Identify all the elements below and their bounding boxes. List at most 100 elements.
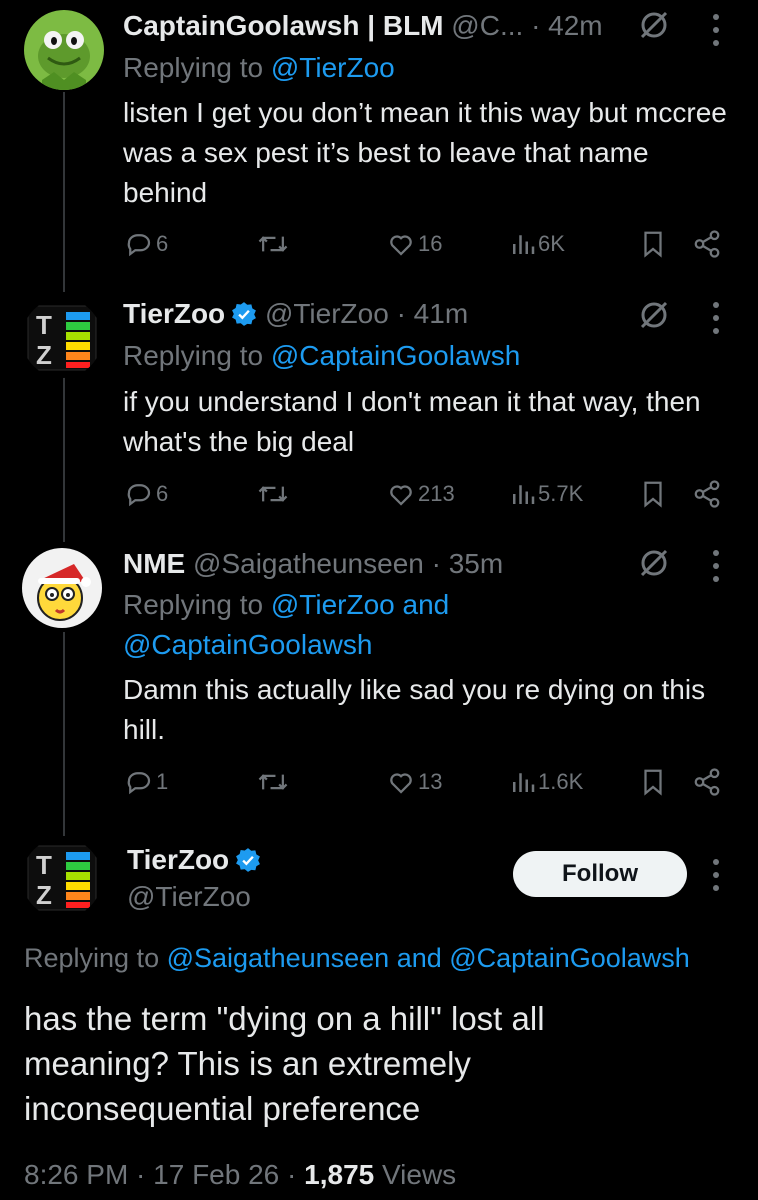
share-button[interactable]	[690, 767, 722, 797]
replying-to: Replying to @TierZoo and @CaptainGoolaws…	[123, 585, 523, 665]
like-icon	[386, 767, 416, 797]
bookmark-icon	[640, 229, 666, 259]
replying-prefix: Replying to	[24, 943, 160, 973]
author-name[interactable]: CaptainGoolawsh | BLM	[123, 10, 444, 41]
replying-to: Replying to @Saigatheunseen and @Captain…	[24, 938, 690, 978]
reply-button[interactable]: 6	[122, 229, 168, 259]
verified-badge-icon	[236, 848, 261, 872]
more-icon[interactable]	[712, 549, 720, 583]
share-icon	[692, 767, 722, 797]
avatar[interactable]: T Z	[22, 838, 102, 918]
replying-to-link[interactable]: @TierZoo	[271, 52, 395, 83]
views-button[interactable]: 1.6K	[508, 767, 583, 797]
post-meta: 8:26 PM · 17 Feb 26 · 1,875 Views	[24, 1155, 456, 1195]
like-button[interactable]: 213	[384, 479, 455, 509]
author-name[interactable]: TierZoo	[123, 298, 225, 329]
author-name[interactable]: NME	[123, 548, 185, 579]
reply-count: 6	[156, 481, 169, 506]
bookmark-button[interactable]	[638, 229, 666, 259]
retweet-icon	[257, 229, 289, 259]
reply-text: if you understand I don't mean it that w…	[123, 386, 701, 457]
like-button[interactable]: 16	[384, 229, 442, 259]
bookmark-button[interactable]	[638, 479, 666, 509]
share-button[interactable]	[690, 229, 722, 259]
bookmark-icon	[640, 479, 666, 509]
share-button[interactable]	[690, 479, 722, 509]
retweet-icon	[257, 479, 289, 509]
avatar[interactable]	[22, 548, 102, 628]
replying-prefix: Replying to	[123, 52, 264, 83]
post-time[interactable]: · 35m	[432, 548, 504, 579]
replying-to-link[interactable]: @CaptainGoolawsh	[271, 340, 520, 371]
view-count: 1.6K	[538, 769, 584, 794]
more-icon[interactable]	[712, 301, 720, 335]
reply-icon	[124, 229, 154, 259]
reply-text: Damn this actually like sad you re dying…	[123, 674, 706, 745]
post-text: has the term "dying on a hill" lost all …	[24, 1000, 545, 1127]
more-icon[interactable]	[712, 13, 720, 47]
view-count: 6K	[538, 231, 565, 256]
reply-text: listen I get you don’t mean it this way …	[123, 97, 727, 208]
replying-prefix: Replying to	[123, 340, 264, 371]
bookmark-icon	[640, 767, 666, 797]
svg-text:T: T	[36, 310, 52, 340]
post-time[interactable]: · 41m	[397, 298, 469, 329]
like-button[interactable]: 13	[384, 767, 442, 797]
author-name[interactable]: TierZoo	[127, 844, 229, 875]
main-author-name-row: TierZoo	[127, 840, 261, 880]
reply-header: NME @Saigatheunseen · 35m	[123, 544, 503, 584]
retweet-button[interactable]	[255, 767, 289, 797]
like-count: 16	[418, 231, 443, 256]
svg-text:Z: Z	[36, 340, 52, 370]
reply-icon	[124, 767, 154, 797]
author-handle[interactable]: @C...	[451, 10, 523, 41]
views-count: 1,875	[304, 1159, 375, 1190]
views-button[interactable]: 6K	[508, 229, 565, 259]
reply-button[interactable]: 1	[122, 767, 168, 797]
reply-header: CaptainGoolawsh | BLM @C... · 42m	[123, 6, 603, 46]
retweet-button[interactable]	[255, 229, 289, 259]
thread-line	[63, 632, 65, 836]
author-handle[interactable]: @Saigatheunseen	[193, 548, 424, 579]
post-timestamp[interactable]: 8:26 PM · 17 Feb 26 ·	[24, 1159, 296, 1190]
reply-header: TierZoo @TierZoo · 41m	[123, 294, 468, 334]
replying-to: Replying to @CaptainGoolawsh	[123, 336, 520, 376]
like-count: 213	[418, 481, 455, 506]
reply-icon	[124, 479, 154, 509]
svg-text:Z: Z	[36, 880, 52, 910]
views-icon	[510, 767, 536, 797]
post-time[interactable]: · 42m	[531, 10, 603, 41]
avatar[interactable]: T Z	[22, 298, 102, 378]
replying-to: Replying to @TierZoo	[123, 48, 395, 88]
author-handle[interactable]: @TierZoo	[127, 877, 251, 917]
reply-count: 6	[156, 231, 169, 256]
avatar[interactable]	[24, 10, 104, 90]
views-icon	[510, 479, 536, 509]
svg-text:T: T	[36, 850, 52, 880]
views-button[interactable]: 5.7K	[508, 479, 583, 509]
verified-badge-icon	[232, 302, 257, 326]
like-icon	[386, 229, 416, 259]
views-label: Views	[382, 1159, 457, 1190]
like-icon	[386, 479, 416, 509]
views-icon	[510, 229, 536, 259]
like-count: 13	[418, 769, 443, 794]
grok-icon[interactable]	[638, 9, 670, 41]
follow-button[interactable]: Follow	[513, 851, 687, 897]
thread-line	[63, 92, 65, 292]
replying-prefix: Replying to	[123, 589, 264, 620]
replying-to-link[interactable]: @Saigatheunseen and @CaptainGoolawsh	[167, 943, 690, 973]
view-count: 5.7K	[538, 481, 584, 506]
reply-button[interactable]: 6	[122, 479, 168, 509]
retweet-icon	[257, 767, 289, 797]
more-icon[interactable]	[712, 858, 720, 892]
grok-icon[interactable]	[638, 299, 670, 331]
reply-count: 1	[156, 769, 169, 794]
retweet-button[interactable]	[255, 479, 289, 509]
thread-line	[63, 362, 65, 542]
grok-icon[interactable]	[638, 547, 670, 579]
share-icon	[692, 479, 722, 509]
author-handle[interactable]: @TierZoo	[265, 298, 389, 329]
share-icon	[692, 229, 722, 259]
bookmark-button[interactable]	[638, 767, 666, 797]
